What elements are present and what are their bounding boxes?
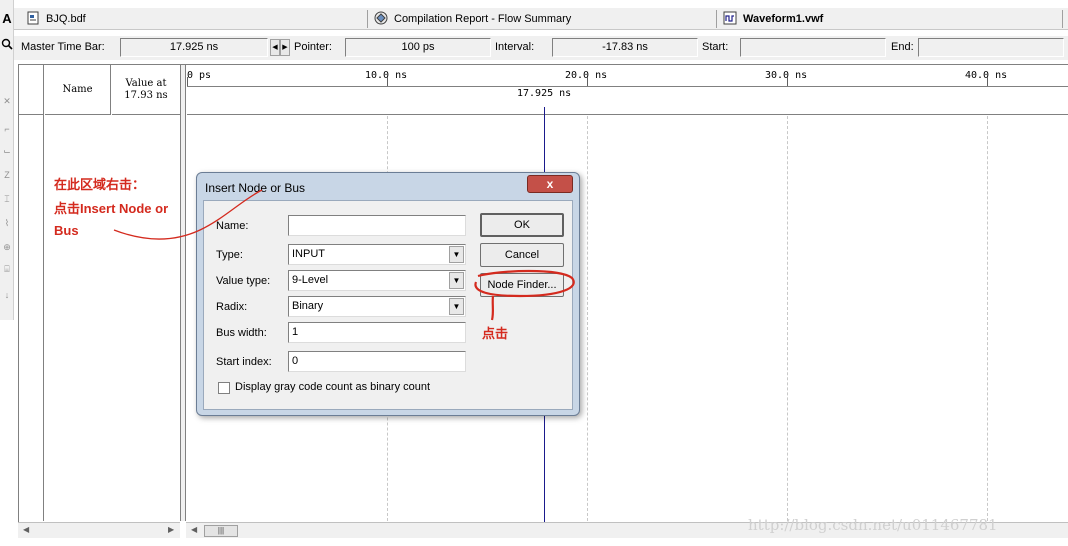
cancel-button[interactable]: Cancel [480, 243, 564, 267]
name-column-header: Name [45, 65, 111, 115]
chevron-down-icon[interactable]: ▼ [449, 246, 464, 263]
dialog-body: Name: Type: INPUT ▼ Value type: 9-Level … [203, 200, 573, 410]
row-gutter [19, 115, 44, 521]
close-icon: x [546, 177, 554, 191]
grid-line [587, 116, 588, 521]
type-value: INPUT [292, 248, 325, 260]
end-field[interactable] [918, 38, 1064, 57]
document-tab-bar: BJQ.bdf Compilation Report - Flow Summar… [0, 8, 1068, 30]
ruler-tick [387, 77, 388, 86]
start-field[interactable] [740, 38, 886, 57]
overwrite-low-icon[interactable]: ⌐ [1, 124, 13, 134]
ruler-label: 0 ps [187, 70, 212, 81]
tab-label: Waveform1.vwf [743, 13, 824, 25]
type-label: Type: [216, 249, 243, 261]
value-type-select[interactable]: 9-Level ▼ [288, 270, 466, 291]
radix-value: Binary [292, 300, 324, 312]
overwrite-high-icon[interactable]: ⌙ [1, 146, 13, 156]
interval-field: -17.83 ns [552, 38, 698, 57]
grid-line [987, 116, 988, 521]
ruler-tick [187, 77, 188, 86]
zoom-tool-icon[interactable] [1, 38, 13, 51]
node-list-panel[interactable]: Name Value at 17.93 ns [19, 65, 181, 521]
insert-node-dialog: Insert Node or Bus x Name: Type: INPUT ▼… [196, 172, 580, 416]
report-icon [374, 11, 388, 25]
chevron-down-icon[interactable]: ▼ [449, 272, 464, 289]
scroll-left-icon[interactable]: ◀ [23, 525, 29, 534]
annotation-click-note: 点击 [482, 326, 509, 341]
annotation-line3: Bus [54, 223, 79, 238]
ruler-tick [787, 77, 788, 86]
scroll-right-icon[interactable]: ▶ [168, 525, 174, 534]
bus-width-input[interactable]: 1 [288, 322, 466, 343]
dialog-title: Insert Node or Bus [205, 181, 306, 195]
master-time-bar-label: Master Time Bar: [21, 41, 105, 53]
pointer-label: Pointer: [294, 41, 332, 53]
end-label: End: [891, 41, 914, 53]
master-time-bar-field[interactable]: 17.925 ns [120, 38, 268, 57]
tab-bjq-bdf[interactable]: BJQ.bdf [22, 8, 86, 30]
scrollbar-thumb[interactable]: ||| [204, 525, 238, 537]
radix-label: Radix: [216, 301, 248, 313]
gray-code-checkbox[interactable] [218, 382, 230, 394]
value-column-header: Value at 17.93 ns [112, 65, 180, 115]
name-label: Name: [216, 220, 249, 232]
watermark-text: http://blog.csdn.net/u011467781 [748, 516, 998, 534]
waveform-icon [723, 11, 737, 25]
node-list-scrollbar[interactable]: ◀ ▶ [18, 522, 180, 538]
tab-label: Compilation Report - Flow Summary [394, 13, 572, 25]
scroll-left-icon[interactable]: ◀ [191, 525, 197, 534]
master-cursor-label: 17.925 ns [517, 88, 572, 99]
radix-select[interactable]: Binary ▼ [288, 296, 466, 317]
start-index-input[interactable]: 0 [288, 351, 466, 372]
panel-splitter[interactable] [181, 65, 186, 521]
ruler-divider [187, 86, 1068, 87]
chevron-down-icon[interactable]: ▼ [449, 298, 464, 315]
interval-label: Interval: [495, 41, 535, 53]
type-select[interactable]: INPUT ▼ [288, 244, 466, 265]
start-label: Start: [702, 41, 729, 53]
spin-left-icon[interactable]: ◀ [270, 39, 280, 56]
annotation-line2: 点击Insert Node or [54, 201, 169, 216]
tab-waveform1-vwf[interactable]: Waveform1.vwf [719, 8, 823, 30]
tab-separator [716, 10, 717, 28]
header-gutter [19, 65, 44, 115]
pointer-field: 100 ps [345, 38, 491, 57]
waveform-toolbar: A ✕ ⌐ ⌙ Z ⌶ ⌇ ⊕ ⌸ ↓ [0, 0, 14, 320]
node-finder-button[interactable]: Node Finder... [480, 273, 564, 297]
name-input[interactable] [288, 215, 466, 236]
gray-code-label: Display gray code count as binary count [235, 381, 431, 393]
annotation-line1: 在此区域右击： [54, 177, 146, 192]
count-value-icon[interactable]: ⊕ [1, 242, 13, 252]
ruler-tick [987, 77, 988, 86]
invert-icon[interactable]: ⌇ [1, 218, 13, 228]
grid-line [787, 116, 788, 521]
overwrite-unknown-icon[interactable]: ✕ [1, 96, 13, 106]
bus-width-label: Bus width: [216, 327, 267, 339]
start-index-label: Start index: [216, 356, 272, 368]
overwrite-weak-icon[interactable]: ⌶ [1, 194, 13, 204]
time-ruler[interactable]: 0 ps 10.0 ns 20.0 ns 30.0 ns 40.0 ns 17.… [187, 65, 1068, 115]
block-diagram-icon [26, 11, 40, 25]
ok-button[interactable]: OK [480, 213, 564, 237]
tab-separator [367, 10, 368, 28]
value-type-value: 9-Level [292, 274, 329, 286]
value-type-label: Value type: [216, 275, 271, 287]
tab-label: BJQ.bdf [46, 13, 86, 25]
master-time-bar-row: Master Time Bar: 17.925 ns ◀ ▶ Pointer: … [14, 36, 1068, 60]
sort-icon[interactable]: ↓ [1, 290, 13, 300]
overwrite-high-impedance-icon[interactable]: Z [1, 170, 13, 180]
close-button[interactable]: x [527, 175, 573, 193]
spin-right-icon[interactable]: ▶ [280, 39, 290, 56]
value-header-line2: 17.93 ns [124, 90, 168, 101]
value-header-line1: Value at [125, 78, 167, 89]
tab-separator [1062, 10, 1063, 28]
clock-icon[interactable]: ⌸ [1, 264, 13, 274]
ruler-tick [587, 77, 588, 86]
text-tool-icon[interactable]: A [1, 12, 13, 25]
tab-compilation-report[interactable]: Compilation Report - Flow Summary [370, 8, 571, 30]
